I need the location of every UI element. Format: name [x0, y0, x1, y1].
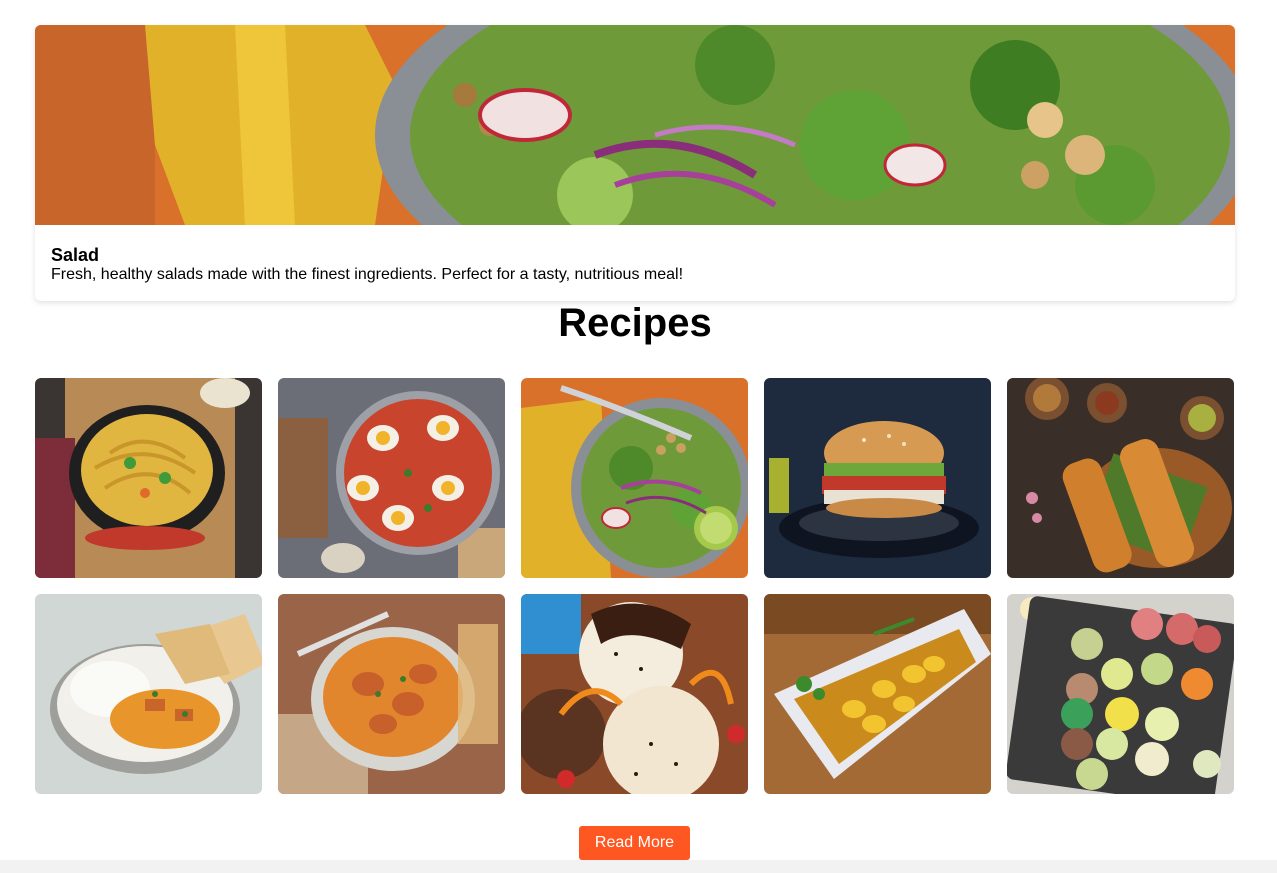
butter-chicken-rice-naan-photo: [35, 594, 262, 794]
recipe-card-salad[interactable]: [521, 378, 748, 578]
ice-cream-scoops-photo: [521, 594, 748, 794]
salad-bowl-photo: [521, 378, 748, 578]
recipe-card-potato-curry[interactable]: [764, 594, 991, 794]
recipes-heading: Recipes: [558, 301, 712, 345]
read-more-button[interactable]: Read More: [579, 826, 690, 860]
potato-curry-dish-photo: [764, 594, 991, 794]
recipe-card-sweets[interactable]: [1007, 594, 1234, 794]
recipe-grid: [35, 378, 1235, 794]
featured-description: Fresh, healthy salads made with the fine…: [51, 266, 684, 283]
footer-strip: [0, 860, 1277, 873]
recipe-card-burger[interactable]: [764, 378, 991, 578]
burger-photo: [764, 378, 991, 578]
sweets-tray-photo: [1007, 594, 1234, 794]
featured-title: Salad: [51, 245, 100, 265]
recipe-card-dosa[interactable]: [1007, 378, 1234, 578]
egg-curry-pan-photo: [278, 378, 505, 578]
dosa-photo: [1007, 378, 1234, 578]
recipe-card-chicken-curry[interactable]: [278, 594, 505, 794]
recipe-card-egg-curry[interactable]: [278, 378, 505, 578]
recipe-card-butter-chicken[interactable]: [35, 594, 262, 794]
recipe-card-ice-cream[interactable]: [521, 594, 748, 794]
recipe-card-noodles[interactable]: [35, 378, 262, 578]
featured-salad-image: [35, 25, 1235, 225]
noodles-bowl-photo: [35, 378, 262, 578]
featured-card[interactable]: Salad Fresh, healthy salads made with th…: [35, 25, 1235, 301]
chicken-curry-bowl-photo: [278, 594, 505, 794]
